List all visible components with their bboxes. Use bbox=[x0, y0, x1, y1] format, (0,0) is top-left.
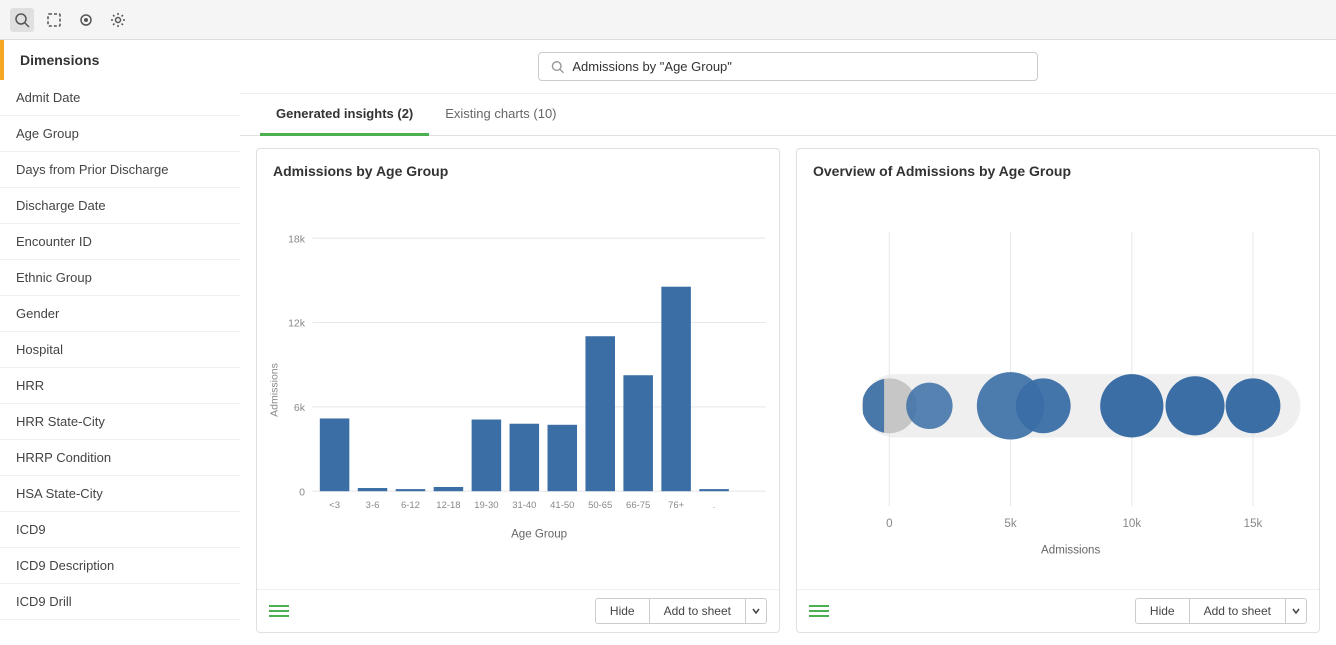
sidebar-header: Dimensions bbox=[0, 40, 240, 80]
svg-text:76+: 76+ bbox=[668, 500, 685, 511]
sidebar-item-icd9[interactable]: ICD9 bbox=[0, 512, 240, 548]
bar-dot bbox=[699, 489, 729, 491]
bubble-7 bbox=[1226, 378, 1281, 433]
svg-text:50-65: 50-65 bbox=[588, 500, 612, 511]
bar-19-30 bbox=[472, 420, 502, 492]
bar-chart-actions: Hide Add to sheet bbox=[595, 598, 767, 624]
bubble-chart-title: Overview of Admissions by Age Group bbox=[797, 149, 1319, 187]
capture-button[interactable] bbox=[74, 8, 98, 32]
svg-text:5k: 5k bbox=[1004, 518, 1016, 530]
bar-6-12 bbox=[396, 489, 426, 491]
content-area: Generated insights (2) Existing charts (… bbox=[240, 40, 1336, 645]
bubble-chart-actions: Hide Add to sheet bbox=[1135, 598, 1307, 624]
svg-text:19-30: 19-30 bbox=[474, 500, 498, 511]
bar-chart-card: Admissions by Age Group Admissions 18k 1… bbox=[256, 148, 780, 633]
sidebar-item-icd9-description[interactable]: ICD9 Description bbox=[0, 548, 240, 584]
bar-chart-svg: Admissions 18k 12k 6k 0 bbox=[265, 191, 771, 589]
svg-text:15k: 15k bbox=[1244, 518, 1263, 530]
chevron-down-icon-2 bbox=[1292, 607, 1300, 615]
bubble-chart-add-dropdown[interactable] bbox=[1286, 598, 1307, 624]
bar-chart-footer-icon bbox=[269, 603, 289, 619]
svg-text:3-6: 3-6 bbox=[366, 500, 380, 511]
sidebar-item-discharge-date[interactable]: Discharge Date bbox=[0, 188, 240, 224]
bubble-chart-footer: Hide Add to sheet bbox=[797, 589, 1319, 632]
svg-text:41-50: 41-50 bbox=[550, 500, 574, 511]
svg-text:12k: 12k bbox=[288, 318, 306, 330]
sidebar-item-admit-date[interactable]: Admit Date bbox=[0, 80, 240, 116]
bubble-5 bbox=[1100, 374, 1163, 437]
search-bar bbox=[538, 52, 1038, 81]
bubble-chart-add-button[interactable]: Add to sheet bbox=[1190, 598, 1286, 624]
svg-text:Age Group: Age Group bbox=[511, 529, 567, 541]
charts-area: Admissions by Age Group Admissions 18k 1… bbox=[240, 136, 1336, 645]
sidebar-item-ethnic-group[interactable]: Ethnic Group bbox=[0, 260, 240, 296]
bar-66-75 bbox=[623, 375, 653, 491]
search-input[interactable] bbox=[572, 59, 1025, 74]
sidebar: Dimensions Admit Date Age Group Days fro… bbox=[0, 40, 240, 645]
bubble-4 bbox=[1016, 378, 1071, 433]
svg-text:0: 0 bbox=[886, 518, 892, 530]
bar-50-65 bbox=[585, 336, 615, 491]
bar-chart-add-button[interactable]: Add to sheet bbox=[650, 598, 746, 624]
bubble-chart-card: Overview of Admissions by Age Group bbox=[796, 148, 1320, 633]
sidebar-item-days-from-prior-discharge[interactable]: Days from Prior Discharge bbox=[0, 152, 240, 188]
svg-text:12-18: 12-18 bbox=[436, 500, 460, 511]
bubble-6 bbox=[1166, 376, 1225, 435]
svg-text:31-40: 31-40 bbox=[512, 500, 536, 511]
sidebar-item-gender[interactable]: Gender bbox=[0, 296, 240, 332]
svg-text:Admissions: Admissions bbox=[1041, 544, 1100, 556]
bar-chart-hide-button[interactable]: Hide bbox=[595, 598, 650, 624]
sidebar-item-hrr[interactable]: HRR bbox=[0, 368, 240, 404]
bar-12-18 bbox=[434, 487, 464, 491]
sidebar-item-hospital[interactable]: Hospital bbox=[0, 332, 240, 368]
search-icon bbox=[551, 60, 564, 74]
bubble-chart-hide-button[interactable]: Hide bbox=[1135, 598, 1190, 624]
bubble-2 bbox=[906, 383, 952, 429]
main-layout: Dimensions Admit Date Age Group Days fro… bbox=[0, 40, 1336, 645]
svg-text:Admissions: Admissions bbox=[269, 363, 281, 417]
search-container bbox=[240, 40, 1336, 94]
bar-lt3 bbox=[320, 418, 350, 491]
settings-button[interactable] bbox=[106, 8, 130, 32]
bar-chart-title: Admissions by Age Group bbox=[257, 149, 779, 187]
svg-text:66-75: 66-75 bbox=[626, 500, 650, 511]
bubble-chart-body: 0 5k 10k 15k Admissions bbox=[797, 187, 1319, 589]
svg-text:<3: <3 bbox=[329, 500, 340, 511]
chevron-down-icon bbox=[752, 607, 760, 615]
search-tool-button[interactable] bbox=[10, 8, 34, 32]
svg-text:6k: 6k bbox=[294, 402, 306, 414]
toolbar bbox=[0, 0, 1336, 40]
svg-text:18k: 18k bbox=[288, 233, 306, 245]
sidebar-item-encounter-id[interactable]: Encounter ID bbox=[0, 224, 240, 260]
tab-generated-insights[interactable]: Generated insights (2) bbox=[260, 94, 429, 136]
bar-41-50 bbox=[548, 425, 578, 491]
sidebar-item-hsa-state-city[interactable]: HSA State-City bbox=[0, 476, 240, 512]
svg-text:6-12: 6-12 bbox=[401, 500, 420, 511]
bar-31-40 bbox=[510, 424, 540, 491]
bar-76plus bbox=[661, 287, 691, 492]
menu-lines-icon-2 bbox=[809, 603, 829, 619]
sidebar-item-hrrp-condition[interactable]: HRRP Condition bbox=[0, 440, 240, 476]
sidebar-item-hrr-state-city[interactable]: HRR State-City bbox=[0, 404, 240, 440]
svg-text:0: 0 bbox=[299, 486, 305, 498]
bar-chart-footer: Hide Add to sheet bbox=[257, 589, 779, 632]
sidebar-item-age-group[interactable]: Age Group bbox=[0, 116, 240, 152]
tab-existing-charts[interactable]: Existing charts (10) bbox=[429, 94, 572, 136]
bubble-chart-footer-icon bbox=[809, 603, 829, 619]
select-tool-button[interactable] bbox=[42, 8, 66, 32]
bar-chart-body: Admissions 18k 12k 6k 0 bbox=[257, 187, 779, 589]
svg-text:10k: 10k bbox=[1122, 518, 1141, 530]
svg-text:.: . bbox=[713, 500, 716, 511]
bar-3-6 bbox=[358, 488, 388, 491]
tabs-bar: Generated insights (2) Existing charts (… bbox=[240, 94, 1336, 136]
bubble-chart-svg: 0 5k 10k 15k Admissions bbox=[805, 191, 1311, 589]
menu-lines-icon bbox=[269, 603, 289, 619]
bar-chart-add-dropdown[interactable] bbox=[746, 598, 767, 624]
sidebar-item-icd9-drill[interactable]: ICD9 Drill bbox=[0, 584, 240, 620]
